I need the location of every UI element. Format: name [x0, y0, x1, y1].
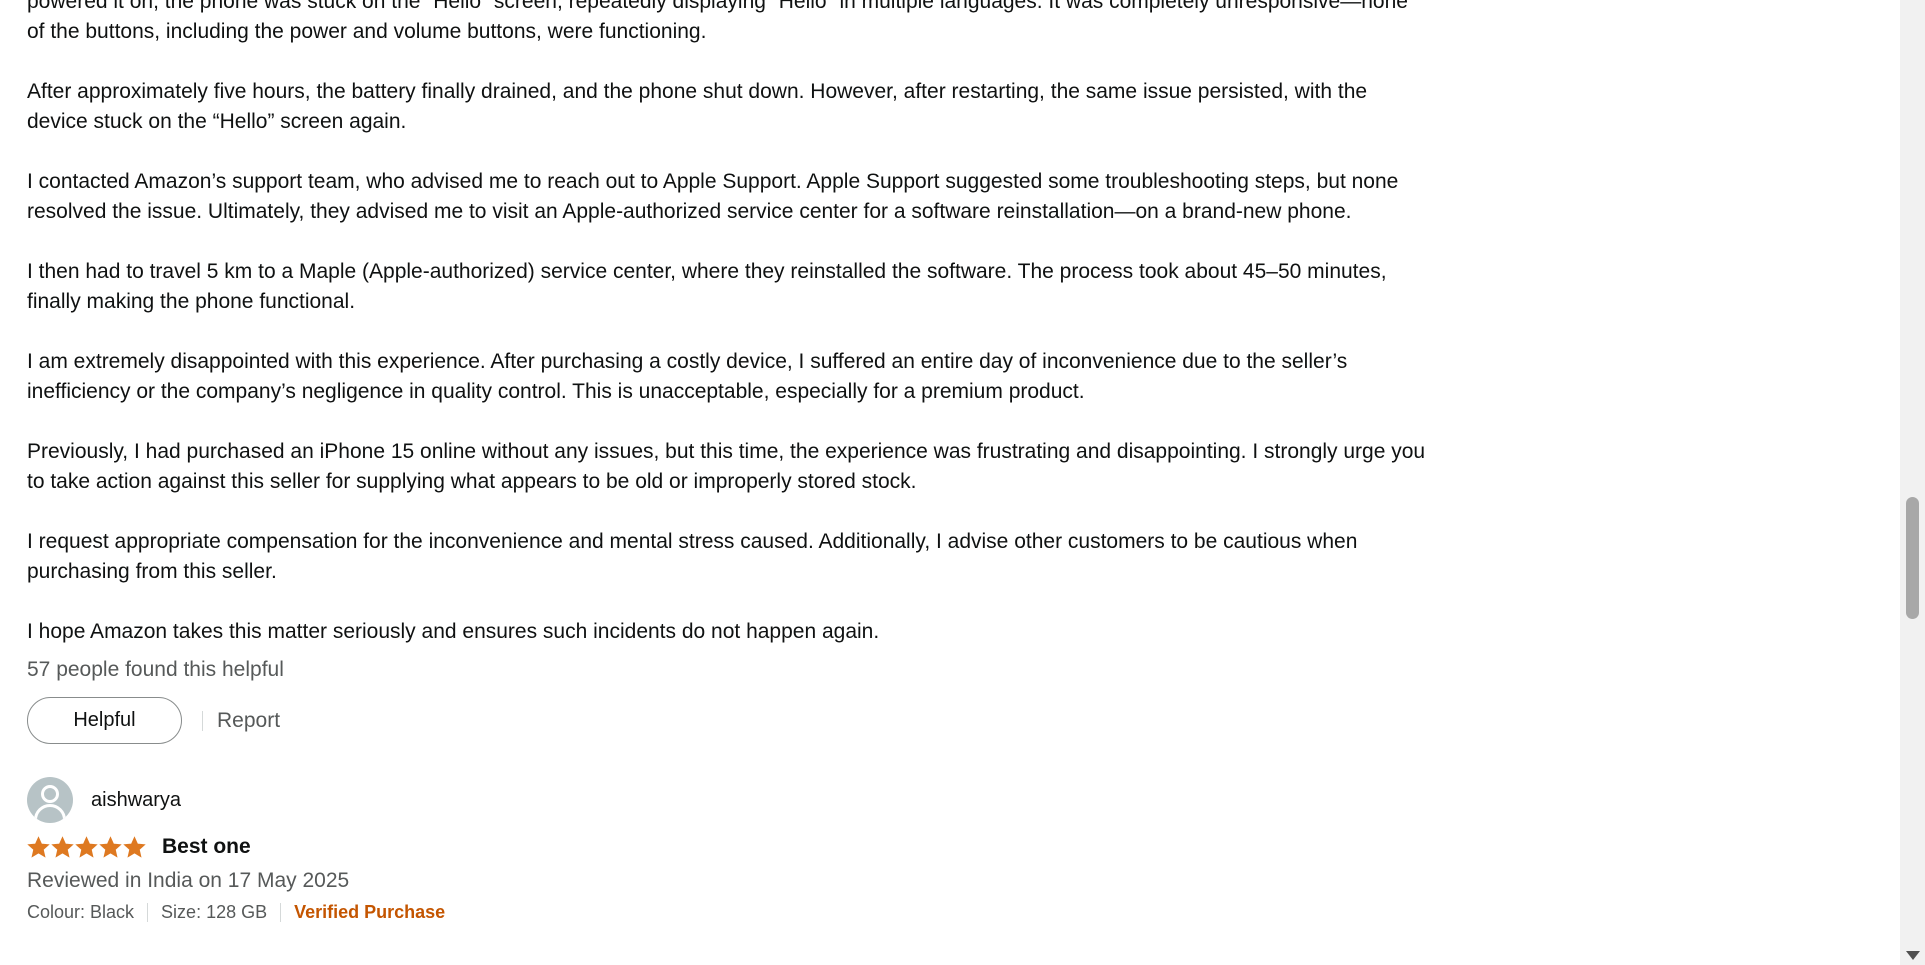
vertical-scrollbar[interactable] — [1900, 0, 1925, 965]
star-rating[interactable] — [27, 835, 146, 859]
star-icon — [75, 835, 98, 858]
colour-variant[interactable]: Colour: Black — [27, 899, 134, 925]
review-paragraph: powered it on, the phone was stuck on th… — [27, 0, 1408, 43]
rating-row: Best one — [27, 832, 1427, 862]
review-content: powered it on, the phone was stuck on th… — [27, 0, 1427, 925]
review-title[interactable]: Best one — [162, 835, 251, 859]
helpful-count: 57 people found this helpful — [27, 658, 284, 681]
size-variant[interactable]: Size: 128 GB — [161, 899, 267, 925]
review-paragraph: I then had to travel 5 km to a Maple (Ap… — [27, 260, 1387, 313]
reviewer-profile[interactable]: aishwarya — [27, 777, 1427, 823]
scrollbar-thumb[interactable] — [1906, 497, 1919, 619]
scroll-down-arrow-icon[interactable] — [1906, 951, 1920, 960]
review-paragraph: After approximately five hours, the batt… — [27, 80, 1368, 133]
review-actions: Helpful Report — [27, 697, 1427, 744]
review-paragraph: I hope Amazon takes this matter seriousl… — [27, 620, 880, 643]
review-date: Reviewed in India on 17 May 2025 — [27, 869, 350, 892]
helpful-button[interactable]: Helpful — [27, 697, 182, 744]
star-icon — [51, 835, 74, 858]
review-item: aishwarya Best one Reviewed in India on … — [27, 777, 1427, 925]
star-icon — [99, 835, 122, 858]
person-icon — [41, 785, 59, 803]
verified-purchase-badge: Verified Purchase — [294, 902, 446, 922]
avatar — [27, 777, 73, 823]
review-paragraph: I am extremely disappointed with this ex… — [27, 350, 1348, 403]
report-link[interactable]: Report — [217, 709, 280, 733]
review-paragraph: Previously, I had purchased an iPhone 15… — [27, 440, 1426, 493]
reviewer-name[interactable]: aishwarya — [91, 789, 181, 812]
review-paragraph: I request appropriate compensation for t… — [27, 530, 1358, 583]
review-meta: Colour: Black Size: 128 GB Verified Purc… — [27, 899, 1427, 925]
star-icon — [123, 835, 146, 858]
review-paragraph: I contacted Amazon’s support team, who a… — [27, 170, 1399, 223]
star-icon — [27, 835, 50, 858]
action-divider — [202, 710, 203, 731]
